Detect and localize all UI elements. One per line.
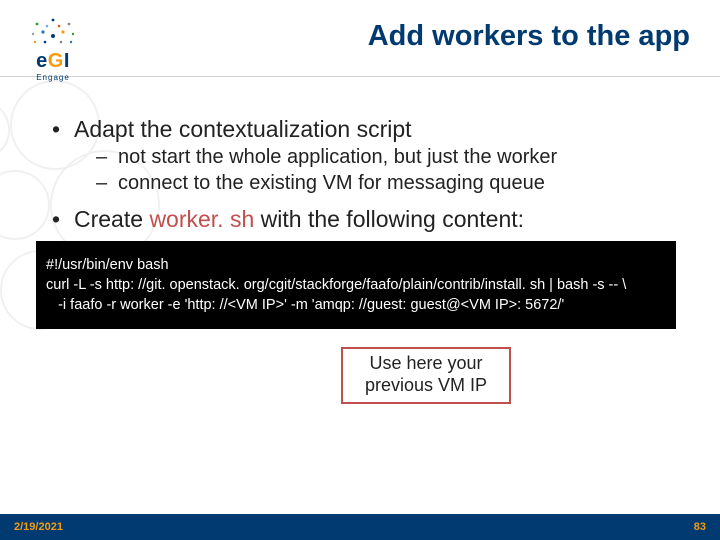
code-line-3: -i faafo -r worker -e 'http: //<VM IP>' … (46, 297, 564, 313)
slide-title: Add workers to the app (92, 14, 692, 53)
bullet-1: •Adapt the contextualization script (52, 116, 680, 143)
logo-burst-icon (25, 14, 81, 48)
bullet-1-sub-1: –not start the whole application, but ju… (96, 145, 680, 171)
callout-box: Use here your previous VM IP (341, 347, 511, 404)
bullet-1-sub-2: –connect to the existing VM for messagin… (96, 171, 680, 197)
logo-text: eGI (36, 50, 70, 73)
logo-subtext: Engage (36, 73, 70, 82)
egi-logo: eGI Engage (14, 14, 92, 82)
slide-header: eGI Engage Add workers to the app (0, 0, 720, 88)
code-block: #!/usr/bin/env bash curl -L -s http: //g… (36, 241, 676, 329)
bullet-2: • Create worker. sh with the following c… (52, 206, 680, 233)
slide-footer: 2/19/2021 83 (0, 514, 720, 540)
footer-date: 2/19/2021 (14, 521, 63, 533)
bullet-1-sub-1-text: not start the whole application, but jus… (118, 145, 557, 171)
slide-body: •Adapt the contextualization script –not… (0, 88, 720, 404)
code-line-2: curl -L -s http: //git. openstack. org/c… (46, 277, 626, 293)
footer-page-number: 83 (694, 521, 706, 533)
bullet-1-text: Adapt the contextualization script (74, 116, 412, 143)
bullet-2-text: Create worker. sh with the following con… (74, 206, 524, 233)
callout-line-1: Use here your (365, 353, 487, 375)
filename-accent: worker. sh (149, 206, 254, 232)
code-line-1: #!/usr/bin/env bash (46, 257, 169, 273)
callout-line-2: previous VM IP (365, 375, 487, 397)
bullet-1-sub-2-text: connect to the existing VM for messaging… (118, 171, 545, 197)
